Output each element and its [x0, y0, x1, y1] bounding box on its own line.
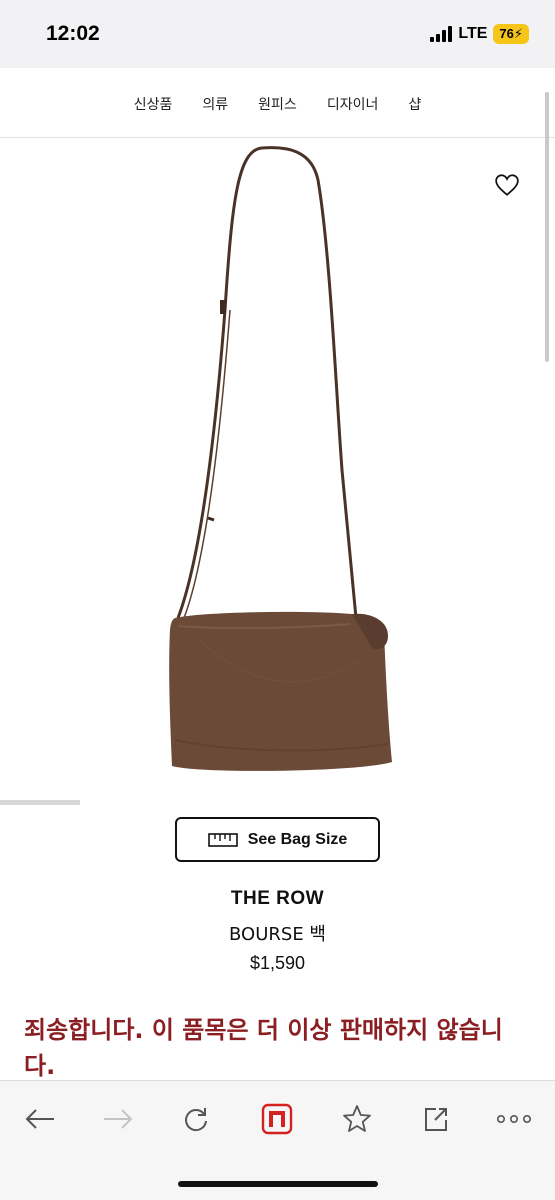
network-label: LTE	[458, 25, 488, 42]
sold-out-message: 죄송합니다. 이 품목은 더 이상 판매하지 않습니다.	[24, 1016, 503, 1080]
see-bag-size-label: See Bag Size	[247, 830, 348, 848]
product-image[interactable]	[0, 140, 555, 800]
status-indicators: LTE 76⚡	[430, 24, 529, 44]
battery-icon: 76⚡	[493, 24, 529, 44]
nav-item-dresses[interactable]: 원피스	[258, 94, 297, 114]
star-icon[interactable]	[339, 1101, 375, 1137]
more-icon[interactable]	[496, 1101, 532, 1137]
home-indicator[interactable]	[178, 1181, 378, 1187]
status-bar: 12:02 LTE 76⚡	[0, 0, 555, 68]
battery-level: 76	[499, 26, 514, 41]
nav-item-shop[interactable]: 샵	[408, 94, 421, 114]
product-price: $1,590	[249, 953, 306, 973]
see-bag-size-button[interactable]: See Bag Size	[175, 817, 380, 862]
status-time: 12:02	[46, 22, 100, 45]
product-name: BOURSE 백	[229, 924, 326, 945]
naver-tab-icon[interactable]	[259, 1101, 295, 1137]
nav-item-new[interactable]: 신상품	[134, 94, 173, 114]
wishlist-heart-icon[interactable]	[494, 172, 520, 198]
share-icon[interactable]	[418, 1101, 454, 1137]
forward-arrow-icon[interactable]	[100, 1101, 136, 1137]
carousel-progress	[0, 800, 80, 805]
signal-icon	[430, 26, 453, 42]
nav-item-designers[interactable]: 디자이너	[327, 94, 379, 114]
nav-item-clothing[interactable]: 의류	[202, 94, 228, 114]
reload-icon[interactable]	[178, 1101, 214, 1137]
ruler-icon	[207, 832, 238, 847]
browser-toolbar	[0, 1080, 555, 1200]
category-nav: 신상품 의류 원피스 디자이너 샵	[0, 68, 555, 138]
back-arrow-icon[interactable]	[22, 1101, 58, 1137]
brand-name[interactable]: THE ROW	[0, 888, 555, 910]
carousel-track	[0, 800, 555, 805]
